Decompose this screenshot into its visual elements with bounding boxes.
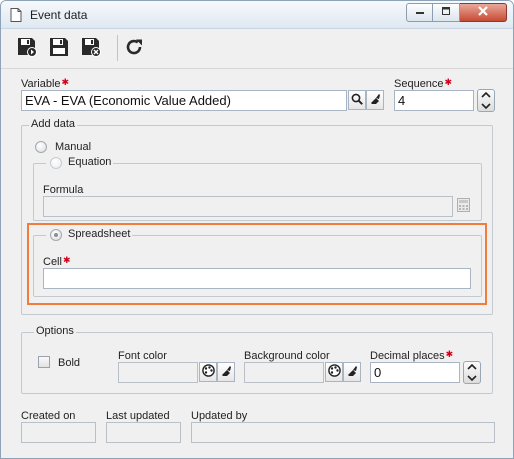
variable-search-button[interactable] xyxy=(348,90,366,110)
sequence-label: Sequence✱ xyxy=(394,77,453,90)
save-and-close-button[interactable] xyxy=(78,35,104,61)
spinner-down-icon[interactable] xyxy=(464,373,480,383)
last-updated-label: Last updated xyxy=(106,410,170,422)
sequence-field[interactable]: 4 xyxy=(394,90,474,111)
toolbar-separator xyxy=(117,35,118,61)
spreadsheet-radio[interactable] xyxy=(50,229,62,241)
last-updated-field xyxy=(106,422,181,443)
radio-selected-dot xyxy=(54,233,58,237)
cell-label-text: Cell xyxy=(43,256,62,268)
decimal-places-field[interactable]: 0 xyxy=(370,362,460,383)
minimize-icon xyxy=(415,6,425,19)
variable-label-text: Variable xyxy=(21,78,61,90)
sequence-spinner[interactable] xyxy=(477,89,495,112)
save-button[interactable] xyxy=(46,35,72,61)
background-color-label: Background color xyxy=(244,350,330,362)
save-new-icon xyxy=(16,36,38,61)
spreadsheet-label: Spreadsheet xyxy=(68,228,131,240)
manual-label: Manual xyxy=(55,141,92,153)
toolbar xyxy=(1,29,513,69)
close-icon xyxy=(477,5,489,20)
equation-label: Equation xyxy=(68,156,112,168)
decimal-places-spinner[interactable] xyxy=(463,361,481,384)
required-icon: ✱ xyxy=(61,77,70,87)
updated-by-label: Updated by xyxy=(191,410,248,422)
formula-label: Formula xyxy=(43,184,84,196)
title-bar: Event data xyxy=(1,1,513,29)
created-on-field xyxy=(21,422,96,443)
window-title: Event data xyxy=(30,8,88,22)
required-icon: ✱ xyxy=(445,349,454,359)
formula-field[interactable] xyxy=(43,196,453,217)
maximize-button[interactable] xyxy=(433,3,460,22)
search-icon xyxy=(351,93,363,108)
spinner-up-icon[interactable] xyxy=(478,90,494,100)
created-on-label: Created on xyxy=(21,410,76,422)
refresh-icon xyxy=(123,36,145,61)
eraser-icon xyxy=(346,365,358,380)
spinner-down-icon[interactable] xyxy=(478,101,494,111)
calculator-icon xyxy=(456,197,470,215)
required-icon: ✱ xyxy=(444,77,453,87)
formula-editor-button[interactable] xyxy=(455,197,471,215)
palette-icon xyxy=(327,364,341,380)
eraser-icon xyxy=(369,93,381,108)
variable-field[interactable]: EVA - EVA (Economic Value Added) xyxy=(21,90,347,111)
event-data-window: Event data Variable✱ EVA - EVA (Economic… xyxy=(0,0,514,459)
add-data-legend: Add data xyxy=(29,118,78,130)
palette-icon xyxy=(201,364,215,380)
save-and-new-button[interactable] xyxy=(14,35,40,61)
background-color-picker-button[interactable] xyxy=(325,362,343,382)
decimal-places-label-text: Decimal places xyxy=(370,350,445,362)
background-color-clear-button[interactable] xyxy=(343,362,361,382)
cell-label: Cell✱ xyxy=(43,255,71,268)
minimize-button[interactable] xyxy=(406,3,433,22)
save-icon xyxy=(48,36,70,61)
background-color-field[interactable] xyxy=(244,362,324,383)
updated-by-field xyxy=(191,422,495,443)
save-close-icon xyxy=(80,36,102,61)
document-icon xyxy=(10,8,22,25)
cell-field[interactable] xyxy=(43,268,471,289)
maximize-icon xyxy=(441,6,451,19)
bold-label: Bold xyxy=(58,357,81,369)
spinner-up-icon[interactable] xyxy=(464,362,480,372)
required-icon: ✱ xyxy=(62,255,71,265)
close-button[interactable] xyxy=(460,3,507,22)
variable-label: Variable✱ xyxy=(21,77,70,90)
sequence-label-text: Sequence xyxy=(394,78,444,90)
variable-clear-button[interactable] xyxy=(366,90,384,110)
font-color-picker-button[interactable] xyxy=(199,362,217,382)
equation-radio[interactable] xyxy=(50,157,62,169)
eraser-icon xyxy=(220,365,232,380)
font-color-label: Font color xyxy=(118,350,167,362)
manual-radio[interactable] xyxy=(35,141,47,153)
options-legend: Options xyxy=(34,325,76,337)
font-color-field[interactable] xyxy=(118,362,198,383)
font-color-clear-button[interactable] xyxy=(217,362,235,382)
decimal-places-label: Decimal places✱ xyxy=(370,349,454,362)
refresh-button[interactable] xyxy=(121,35,147,61)
bold-checkbox[interactable] xyxy=(38,356,50,368)
